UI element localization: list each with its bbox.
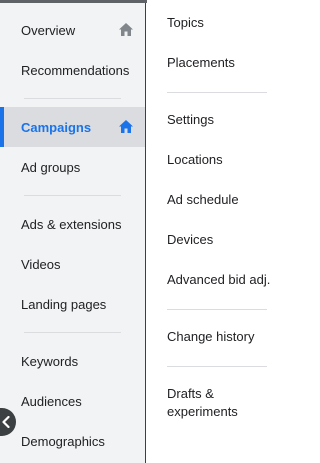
divider (24, 195, 121, 196)
nav-item-label: Demographics (21, 433, 105, 449)
nav-item-label: Campaigns (21, 119, 92, 135)
campaign-navigation-panel: Overview Recommendations Campaigns Ad gr… (0, 0, 292, 463)
nav-item-label: Landing pages (21, 296, 107, 312)
home-icon (119, 120, 133, 133)
nav-item-overview[interactable]: Overview (0, 11, 145, 49)
nav-item-label: Overview (21, 22, 76, 38)
divider (167, 92, 267, 93)
nav-item-campaigns[interactable]: Campaigns (0, 107, 145, 147)
nav-item-topics[interactable]: Topics (167, 14, 287, 32)
nav-item-label: Videos (21, 256, 61, 272)
nav-item-keywords[interactable]: Keywords (0, 342, 145, 380)
nav-item-settings[interactable]: Settings (167, 111, 287, 129)
primary-navigation: Overview Recommendations Campaigns Ad gr… (0, 0, 155, 463)
nav-item-change-history[interactable]: Change history (167, 328, 287, 346)
nav-item-recommendations[interactable]: Recommendations (0, 51, 145, 89)
nav-item-advanced-bid-adj[interactable]: Advanced bid adj. (167, 271, 287, 289)
divider (24, 332, 121, 333)
nav-item-videos[interactable]: Videos (0, 245, 145, 283)
chevron-left-icon (2, 416, 10, 428)
nav-item-audiences[interactable]: Audiences (0, 382, 145, 420)
divider (167, 366, 267, 367)
nav-item-ad-groups[interactable]: Ad groups (0, 148, 145, 186)
nav-item-placements[interactable]: Placements (167, 54, 287, 72)
nav-item-label: Recommendations (21, 62, 130, 78)
nav-item-label: Audiences (21, 393, 82, 409)
nav-item-ad-schedule[interactable]: Ad schedule (167, 191, 287, 209)
nav-item-devices[interactable]: Devices (167, 231, 287, 249)
divider (167, 309, 267, 310)
nav-item-label: Ad groups (21, 159, 81, 175)
secondary-navigation: Topics Placements Settings Locations Ad … (147, 0, 292, 463)
nav-item-label: Keywords (21, 353, 79, 369)
divider (24, 98, 121, 99)
home-icon (119, 23, 133, 36)
nav-item-demographics[interactable]: Demographics (0, 422, 145, 460)
nav-item-locations[interactable]: Locations (167, 151, 287, 169)
nav-item-label: Ads & extensions (21, 216, 122, 232)
nav-item-ads-extensions[interactable]: Ads & extensions (0, 205, 145, 243)
top-edge-bar (0, 0, 155, 3)
nav-item-drafts-experiments[interactable]: Drafts & experiments (167, 385, 257, 421)
nav-item-landing-pages[interactable]: Landing pages (0, 285, 145, 323)
